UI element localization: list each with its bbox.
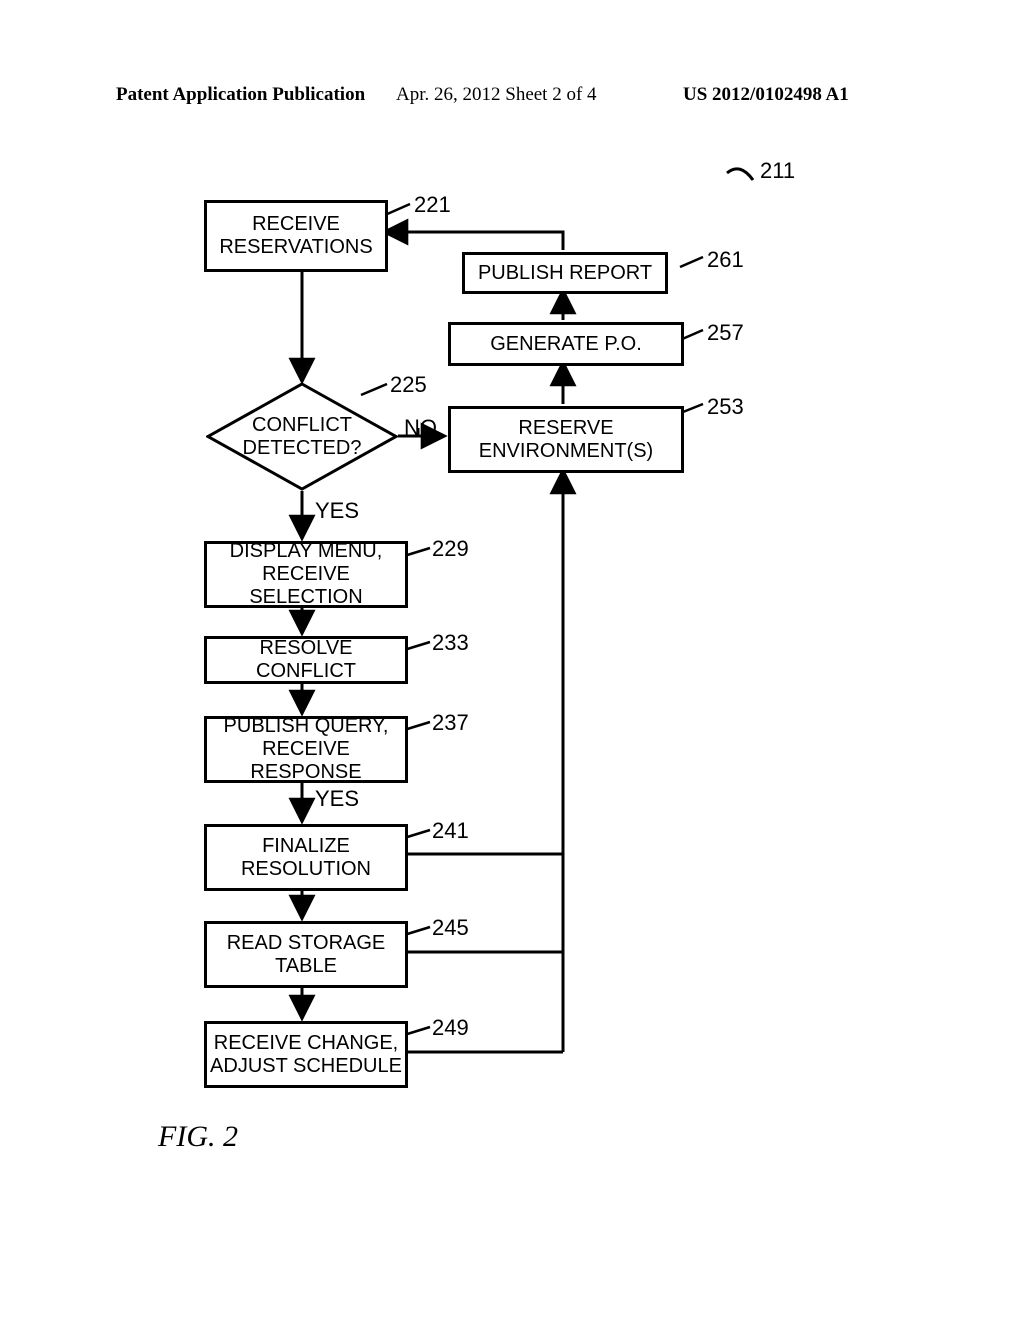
node-display-menu: DISPLAY MENU, RECEIVE SELECTION (204, 541, 408, 608)
node-conflict-detected: CONFLICT DETECTED? (206, 382, 398, 491)
node-label: DISPLAY MENU, RECEIVE SELECTION (207, 540, 405, 609)
node-publish-query: PUBLISH QUERY, RECEIVE RESPONSE (204, 716, 408, 783)
flow-lines (0, 0, 1024, 1320)
edge-yes-237: YES (315, 786, 359, 812)
node-read-storage-table: READ STORAGE TABLE (204, 921, 408, 988)
node-resolve-conflict: RESOLVE CONFLICT (204, 636, 408, 684)
node-generate-po: GENERATE P.O. (448, 322, 684, 366)
header-left: Patent Application Publication (116, 84, 365, 106)
ref-225: 225 (390, 372, 427, 398)
figure-ref-211: 211 (760, 158, 795, 184)
node-label: CONFLICT DETECTED? (243, 414, 362, 460)
ref-253: 253 (707, 394, 744, 420)
node-finalize-resolution: FINALIZE RESOLUTION (204, 824, 408, 891)
node-receive-change: RECEIVE CHANGE, ADJUST SCHEDULE (204, 1021, 408, 1088)
node-label: FINALIZE RESOLUTION (241, 835, 371, 881)
node-label: READ STORAGE TABLE (227, 932, 386, 978)
ref-229: 229 (432, 536, 469, 562)
ref-237: 237 (432, 710, 469, 736)
ref-221: 221 (414, 192, 451, 218)
node-label: GENERATE P.O. (490, 333, 642, 356)
ref-261: 261 (707, 247, 744, 273)
ref-249: 249 (432, 1015, 469, 1041)
node-label: PUBLISH REPORT (478, 262, 652, 285)
page: Patent Application Publication Apr. 26, … (0, 0, 1024, 1320)
edge-yes-225: YES (315, 498, 359, 524)
node-reserve-environments: RESERVE ENVIRONMENT(S) (448, 406, 684, 473)
ref-233: 233 (432, 630, 469, 656)
edge-no: NO (404, 415, 437, 441)
header-right: US 2012/0102498 A1 (683, 84, 849, 106)
node-label: RECEIVE CHANGE, ADJUST SCHEDULE (210, 1032, 402, 1078)
ref-245: 245 (432, 915, 469, 941)
ref-241: 241 (432, 818, 469, 844)
ref-257: 257 (707, 320, 744, 346)
node-label: PUBLISH QUERY, RECEIVE RESPONSE (207, 715, 405, 784)
node-label: RESERVE ENVIRONMENT(S) (479, 417, 653, 463)
figure-label: FIG. 2 (158, 1120, 238, 1154)
node-receive-reservations: RECEIVE RESERVATIONS (204, 200, 388, 272)
node-publish-report: PUBLISH REPORT (462, 252, 668, 294)
node-label: RESOLVE CONFLICT (207, 637, 405, 683)
header-center: Apr. 26, 2012 Sheet 2 of 4 (396, 84, 597, 106)
node-label: RECEIVE RESERVATIONS (219, 213, 372, 259)
